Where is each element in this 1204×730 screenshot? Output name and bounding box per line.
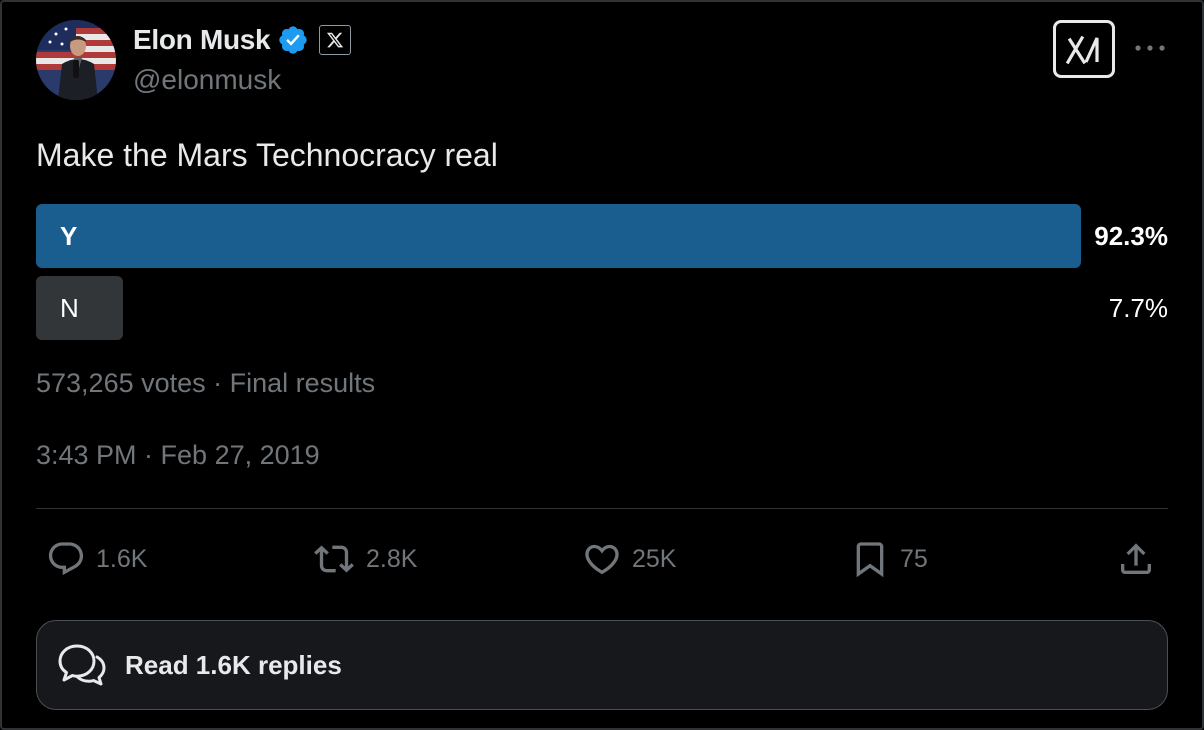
grok-icon (1065, 35, 1099, 65)
avatar-photo (36, 20, 116, 100)
poll-option-percent: 92.3% (1094, 221, 1168, 251)
poll-bar-y (36, 204, 1081, 268)
poll-option-n: N 7.7% (36, 276, 1168, 340)
more-button[interactable] (1130, 33, 1170, 63)
tweet-text: Make the Mars Technocracy real (36, 137, 498, 173)
read-replies-icon (58, 644, 106, 686)
avatar[interactable] (36, 20, 116, 100)
repost-count: 2.8K (366, 544, 418, 573)
share-icon (1121, 543, 1151, 574)
bookmark-icon (856, 542, 884, 578)
author-handle[interactable]: @elonmusk (133, 64, 281, 96)
bookmark-button[interactable]: 75 (850, 538, 928, 580)
poll-summary: 573,265 votes · Final results (36, 368, 376, 398)
poll-option-label: Y (60, 221, 78, 251)
like-count: 25K (632, 544, 677, 573)
grok-button[interactable] (1053, 20, 1115, 78)
tweet-timestamp[interactable]: 3:43 PM · Feb 27, 2019 (36, 440, 320, 471)
poll-option-y: Y 92.3% (36, 204, 1168, 268)
reply-button[interactable]: 1.6K (46, 538, 147, 580)
repost-icon (314, 545, 354, 573)
verified-badge-icon (279, 26, 307, 54)
like-icon (585, 544, 619, 575)
reply-count: 1.6K (96, 544, 148, 573)
author-name[interactable]: Elon Musk (133, 24, 271, 56)
poll-option-label: N (60, 293, 79, 323)
read-replies-label: Read 1.6K replies (125, 649, 342, 680)
read-replies-button[interactable]: Read 1.6K replies (36, 620, 1168, 710)
reply-icon (48, 542, 84, 576)
more-icon (1135, 45, 1165, 51)
share-button[interactable] (1116, 538, 1156, 580)
like-button[interactable]: 25K (582, 538, 676, 580)
poll-option-percent: 7.7% (1108, 293, 1168, 323)
bookmark-count: 75 (900, 544, 928, 573)
divider (36, 508, 1168, 509)
poll-bar-n (36, 276, 123, 340)
repost-button[interactable]: 2.8K (312, 538, 417, 580)
affiliate-badge[interactable] (319, 25, 352, 55)
x-logo-icon (327, 32, 344, 48)
